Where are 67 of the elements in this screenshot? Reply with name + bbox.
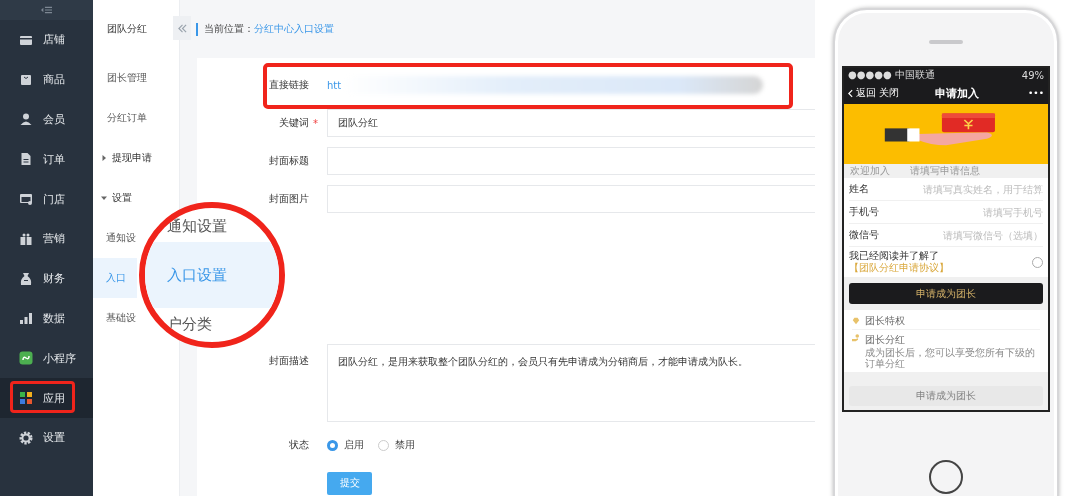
home-button[interactable] — [929, 460, 963, 494]
bar-chart-icon — [19, 311, 33, 326]
battery-text: 49% — [1021, 69, 1044, 81]
field-label: 封面描述 — [268, 354, 309, 368]
page-title: 申请加入 — [934, 85, 979, 101]
field-label: 封面图片 — [268, 192, 309, 206]
field-label: 手机号 — [849, 205, 880, 219]
collapse-button[interactable] — [173, 16, 191, 40]
field-label: 直接链接 — [268, 78, 309, 92]
privilege-description: 成为团长后，您可以享受您所有下级的订单分红 — [864, 347, 1036, 369]
submenu-item[interactable]: 团长管理 — [93, 58, 179, 98]
radio-label: 启用 — [344, 438, 364, 452]
back-link[interactable]: 返回 — [856, 86, 876, 100]
hand-coin-icon — [852, 333, 860, 342]
privilege-title: 团长分红 — [864, 333, 906, 347]
person-icon — [19, 112, 33, 127]
bag-icon — [19, 72, 33, 87]
input-field[interactable] — [327, 185, 815, 213]
field-label: 姓名 — [849, 182, 870, 196]
field-label: 微信号 — [849, 228, 880, 242]
breadcrumb-label: 当前位置： — [204, 22, 254, 36]
textarea-field[interactable]: 团队分红，是用来获取整个团队分红的，会员只有先申请成为分销商后，才能申请成为队长。 — [327, 344, 815, 422]
sidebar-item[interactable]: 订单 — [0, 139, 93, 180]
document-icon — [19, 152, 33, 167]
input-field[interactable]: 团队分红 — [327, 109, 815, 137]
gift-icon — [19, 231, 33, 246]
grid-icon — [19, 391, 33, 406]
radio-label: 禁用 — [395, 438, 415, 452]
submenu-item[interactable]: 通知设 — [93, 218, 137, 258]
radio-button[interactable] — [327, 439, 338, 451]
field-label: 关键词 — [278, 116, 309, 130]
sidebar-item[interactable]: 设置 — [0, 417, 93, 458]
step-label: 欢迎加入 — [850, 164, 890, 178]
sidebar-item[interactable]: 小程序 — [0, 338, 93, 379]
input-field[interactable] — [327, 147, 815, 175]
submenu-title: 团队分红 — [106, 22, 148, 36]
carrier-text: ●●●●● 中国联通 — [848, 68, 935, 82]
sidebar-item[interactable]: 商品 — [0, 59, 93, 100]
diamond-icon — [852, 317, 860, 325]
collapse-icon[interactable] — [41, 6, 52, 14]
sidebar-item[interactable]: 财务 — [0, 258, 93, 299]
section-title: 团长特权 — [865, 314, 905, 328]
sidebar-item[interactable]: 店铺 — [0, 20, 93, 60]
settings-icon — [19, 430, 33, 445]
apply-button[interactable]: 申请成为团长 — [849, 283, 1043, 304]
more-button[interactable]: ••• — [1028, 88, 1044, 98]
double-chevron-icon — [177, 23, 187, 33]
speaker-icon — [929, 40, 963, 44]
submenu-group[interactable]: 设置 — [93, 178, 137, 218]
sidebar-item[interactable]: 营销 — [0, 219, 93, 259]
close-link[interactable]: 关闭 — [879, 86, 899, 100]
sidebar-item[interactable]: 应用 — [0, 378, 93, 418]
submenu-item[interactable]: 基础设 — [93, 298, 137, 338]
shop-icon — [19, 192, 33, 207]
sidebar-item[interactable]: 门店 — [0, 179, 93, 219]
back-icon[interactable] — [848, 88, 853, 98]
submenu-group[interactable]: 提现申请 — [93, 138, 179, 178]
field-label: 封面标题 — [268, 154, 309, 168]
required-mark: * — [313, 117, 318, 129]
step-label: 请填写申请信息 — [910, 164, 980, 178]
sidebar-item[interactable]: 会员 — [0, 99, 93, 140]
field-label: 状态 — [288, 438, 309, 452]
agreement-text: 我已经阅读并了解了 【团队分红申请协议】 — [849, 250, 950, 274]
submenu-item[interactable]: 分红订单 — [93, 98, 179, 138]
mini-program-icon — [19, 351, 33, 366]
sidebar-item[interactable]: 数据 — [0, 298, 93, 339]
money-bag-icon — [19, 271, 33, 286]
